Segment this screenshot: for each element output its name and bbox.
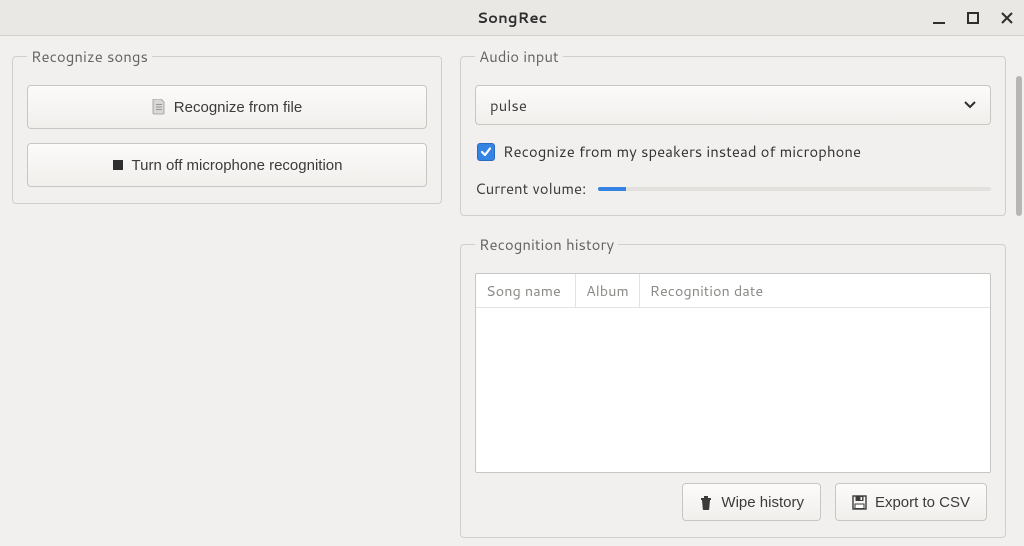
scrollbar[interactable]: [1018, 76, 1024, 546]
export-csv-button[interactable]: Export to CSV: [835, 483, 987, 521]
recognize-songs-frame: Recognize songs Recognize from file Turn…: [12, 46, 442, 204]
left-column: Recognize songs Recognize from file Turn…: [12, 46, 442, 536]
volume-fill: [598, 187, 625, 191]
turn-off-mic-label: Turn off microphone recognition: [132, 157, 343, 174]
volume-row: Current volume:: [475, 178, 991, 199]
speakers-checkbox-row: Recognize from my speakers instead of mi…: [475, 141, 991, 162]
col-header-song[interactable]: Song name: [476, 274, 576, 307]
stop-icon: [112, 159, 124, 171]
turn-off-mic-button[interactable]: Turn off microphone recognition: [27, 143, 427, 187]
history-table: Song name Album Recognition date: [475, 273, 991, 473]
export-csv-label: Export to CSV: [875, 494, 970, 511]
volume-label: Current volume:: [475, 178, 586, 199]
chevron-down-icon: [964, 101, 976, 109]
volume-bar: [598, 187, 991, 191]
recognize-songs-legend: Recognize songs: [27, 46, 152, 67]
speakers-checkbox-label: Recognize from my speakers instead of mi…: [503, 141, 861, 162]
right-column: Audio input pulse Recognize from my spea…: [460, 46, 1012, 536]
audio-input-legend: Audio input: [475, 46, 563, 67]
recognition-history-legend: Recognition history: [475, 234, 618, 255]
wipe-history-label: Wipe history: [721, 494, 804, 511]
check-icon: [480, 146, 492, 158]
scrollbar-track: [1016, 76, 1022, 546]
recognize-from-file-button[interactable]: Recognize from file: [27, 85, 427, 129]
col-header-album[interactable]: Album: [576, 274, 640, 307]
scrollbar-thumb[interactable]: [1016, 76, 1022, 216]
file-icon: [152, 99, 166, 115]
trash-icon: [699, 495, 713, 510]
audio-input-frame: Audio input pulse Recognize from my spea…: [460, 46, 1006, 216]
speakers-checkbox[interactable]: [477, 143, 495, 161]
history-buttons: Wipe history Export to CSV: [475, 473, 991, 521]
close-icon: [1001, 12, 1013, 24]
history-table-header: Song name Album Recognition date: [476, 274, 990, 308]
recognition-history-frame: Recognition history Song name Album Reco…: [460, 234, 1006, 538]
audio-device-dropdown[interactable]: pulse: [475, 85, 991, 125]
minimize-icon: [932, 11, 946, 25]
recognize-from-file-label: Recognize from file: [174, 99, 302, 116]
titlebar: SongRec: [0, 0, 1024, 36]
window-title: SongRec: [477, 7, 547, 28]
col-header-date[interactable]: Recognition date: [640, 274, 990, 307]
maximize-icon: [967, 12, 979, 24]
save-icon: [852, 495, 867, 510]
maximize-button[interactable]: [962, 7, 984, 29]
close-button[interactable]: [996, 7, 1018, 29]
window-controls: [928, 0, 1018, 36]
minimize-button[interactable]: [928, 7, 950, 29]
content-area: Recognize songs Recognize from file Turn…: [0, 36, 1024, 546]
wipe-history-button[interactable]: Wipe history: [682, 483, 821, 521]
audio-device-selected: pulse: [490, 95, 527, 116]
